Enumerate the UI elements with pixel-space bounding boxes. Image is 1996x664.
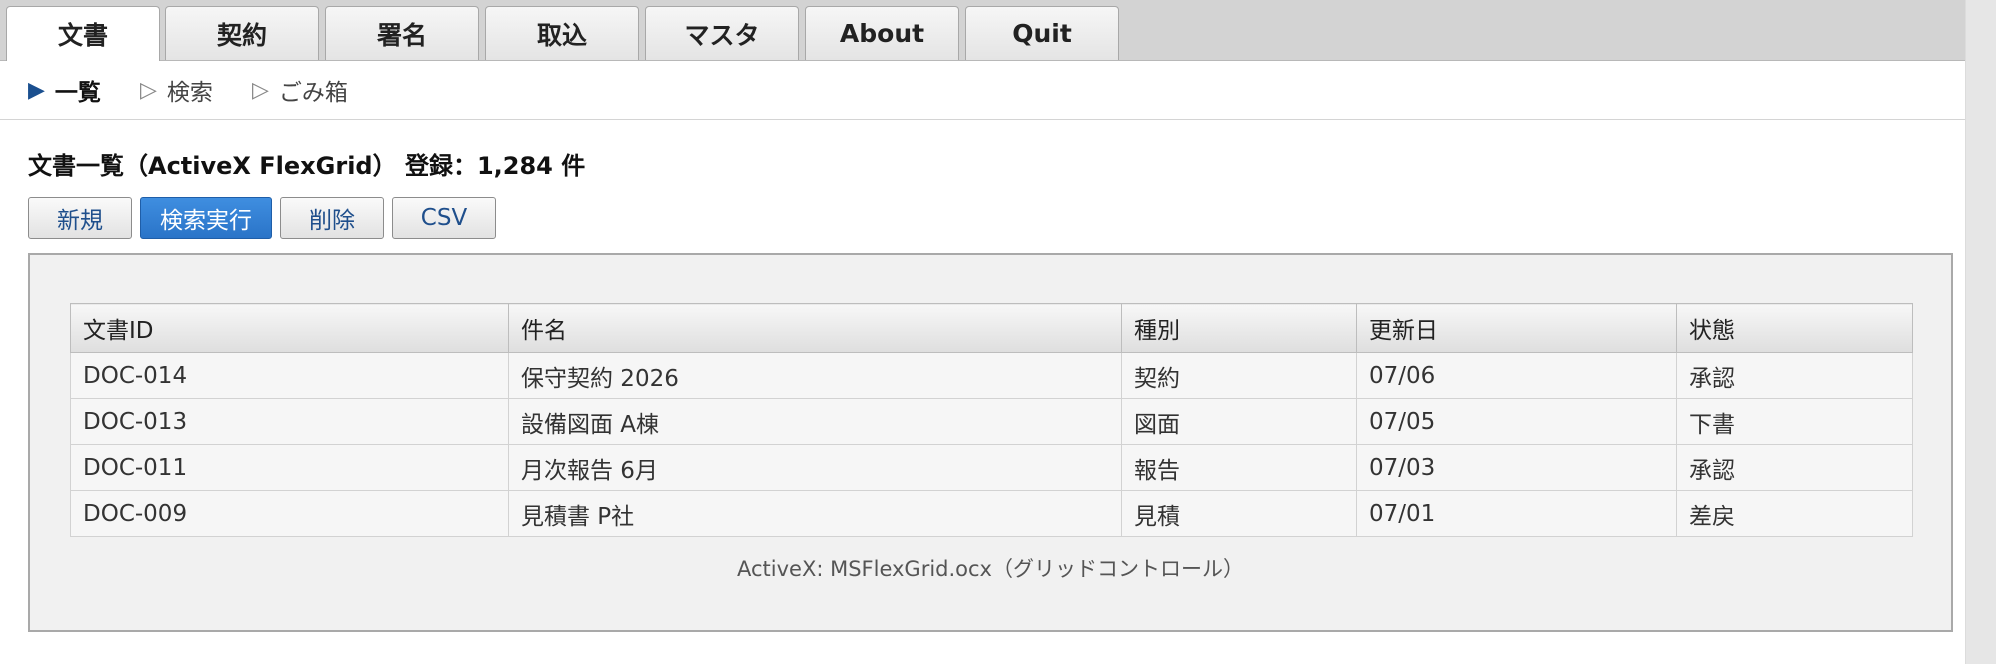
tab-quit[interactable]: Quit bbox=[965, 6, 1119, 60]
page-title: 文書一覧（ActiveX FlexGrid） 登録：1,284 件 bbox=[28, 152, 586, 180]
subnav-item-label: 一覧 bbox=[54, 80, 101, 106]
column-header-subject[interactable]: 件名 bbox=[508, 303, 1122, 353]
sub-navigation: ▶ 一覧 ▷ 検索 ▷ ごみ箱 bbox=[0, 61, 1966, 120]
subnav-item-label: 検索 bbox=[166, 80, 213, 106]
table-row[interactable]: DOC-011 月次報告 6月 報告 07/03 承認 bbox=[70, 444, 1913, 491]
csv-export-button[interactable]: CSV bbox=[392, 197, 496, 239]
cell-type: 契約 bbox=[1121, 352, 1357, 399]
column-header-doc-id[interactable]: 文書ID bbox=[70, 303, 509, 353]
cell-doc-id: DOC-013 bbox=[70, 398, 509, 445]
subnav-item-list[interactable]: ▶ 一覧 bbox=[28, 75, 101, 107]
tab-contracts[interactable]: 契約 bbox=[165, 6, 319, 60]
cell-subject: 見積書 P社 bbox=[508, 490, 1122, 537]
cell-subject: 月次報告 6月 bbox=[508, 444, 1122, 491]
tab-signatures[interactable]: 署名 bbox=[325, 6, 479, 60]
tab-documents[interactable]: 文書 bbox=[6, 6, 160, 62]
cell-type: 見積 bbox=[1121, 490, 1357, 537]
table-row[interactable]: DOC-014 保守契約 2026 契約 07/06 承認 bbox=[70, 352, 1913, 399]
search-run-button[interactable]: 検索実行 bbox=[140, 197, 272, 239]
play-triangle-icon: ▶ bbox=[28, 77, 45, 103]
triangle-outline-icon: ▷ bbox=[140, 77, 157, 103]
column-header-type[interactable]: 種別 bbox=[1121, 303, 1357, 353]
cell-status: 承認 bbox=[1676, 352, 1913, 399]
cell-updated: 07/01 bbox=[1356, 490, 1677, 537]
flexgrid-table[interactable]: 文書ID 件名 種別 更新日 状態 DOC-014 保守契約 2026 契約 0… bbox=[70, 303, 1913, 537]
cell-updated: 07/05 bbox=[1356, 398, 1677, 445]
tab-master[interactable]: マスタ bbox=[645, 6, 799, 60]
cell-doc-id: DOC-014 bbox=[70, 352, 509, 399]
cell-doc-id: DOC-011 bbox=[70, 444, 509, 491]
cell-subject: 保守契約 2026 bbox=[508, 352, 1122, 399]
app-window: 文書 契約 署名 取込 マスタ About Quit ▶ 一覧 ▷ 検索 ▷ ご… bbox=[0, 0, 1996, 664]
subnav-item-search[interactable]: ▷ 検索 bbox=[140, 75, 213, 107]
cell-updated: 07/06 bbox=[1356, 352, 1677, 399]
cell-subject: 設備図面 A棟 bbox=[508, 398, 1122, 445]
cell-type: 図面 bbox=[1121, 398, 1357, 445]
vertical-scrollbar[interactable] bbox=[1965, 0, 1996, 664]
activex-control-caption: ActiveX: MSFlexGrid.ocx（グリッドコントロール） bbox=[736, 557, 1244, 581]
table-row[interactable]: DOC-009 見積書 P社 見積 07/01 差戻 bbox=[70, 490, 1913, 537]
cell-status: 差戻 bbox=[1676, 490, 1913, 537]
tab-import[interactable]: 取込 bbox=[485, 6, 639, 60]
cell-status: 承認 bbox=[1676, 444, 1913, 491]
new-button[interactable]: 新規 bbox=[28, 197, 132, 239]
triangle-outline-icon: ▷ bbox=[252, 77, 269, 103]
activex-grid-panel: 文書ID 件名 種別 更新日 状態 DOC-014 保守契約 2026 契約 0… bbox=[28, 253, 1953, 632]
delete-button[interactable]: 削除 bbox=[280, 197, 384, 239]
cell-status: 下書 bbox=[1676, 398, 1913, 445]
column-header-updated[interactable]: 更新日 bbox=[1356, 303, 1677, 353]
main-tab-bar: 文書 契約 署名 取込 マスタ About Quit bbox=[0, 0, 1966, 62]
cell-type: 報告 bbox=[1121, 444, 1357, 491]
cell-updated: 07/03 bbox=[1356, 444, 1677, 491]
subnav-item-trash[interactable]: ▷ ごみ箱 bbox=[252, 75, 348, 107]
subnav-item-label: ごみ箱 bbox=[278, 80, 348, 106]
cell-doc-id: DOC-009 bbox=[70, 490, 509, 537]
grid-header-row: 文書ID 件名 種別 更新日 状態 bbox=[70, 303, 1913, 353]
column-header-status[interactable]: 状態 bbox=[1676, 303, 1913, 353]
table-row[interactable]: DOC-013 設備図面 A棟 図面 07/05 下書 bbox=[70, 398, 1913, 445]
tab-about[interactable]: About bbox=[805, 6, 959, 60]
